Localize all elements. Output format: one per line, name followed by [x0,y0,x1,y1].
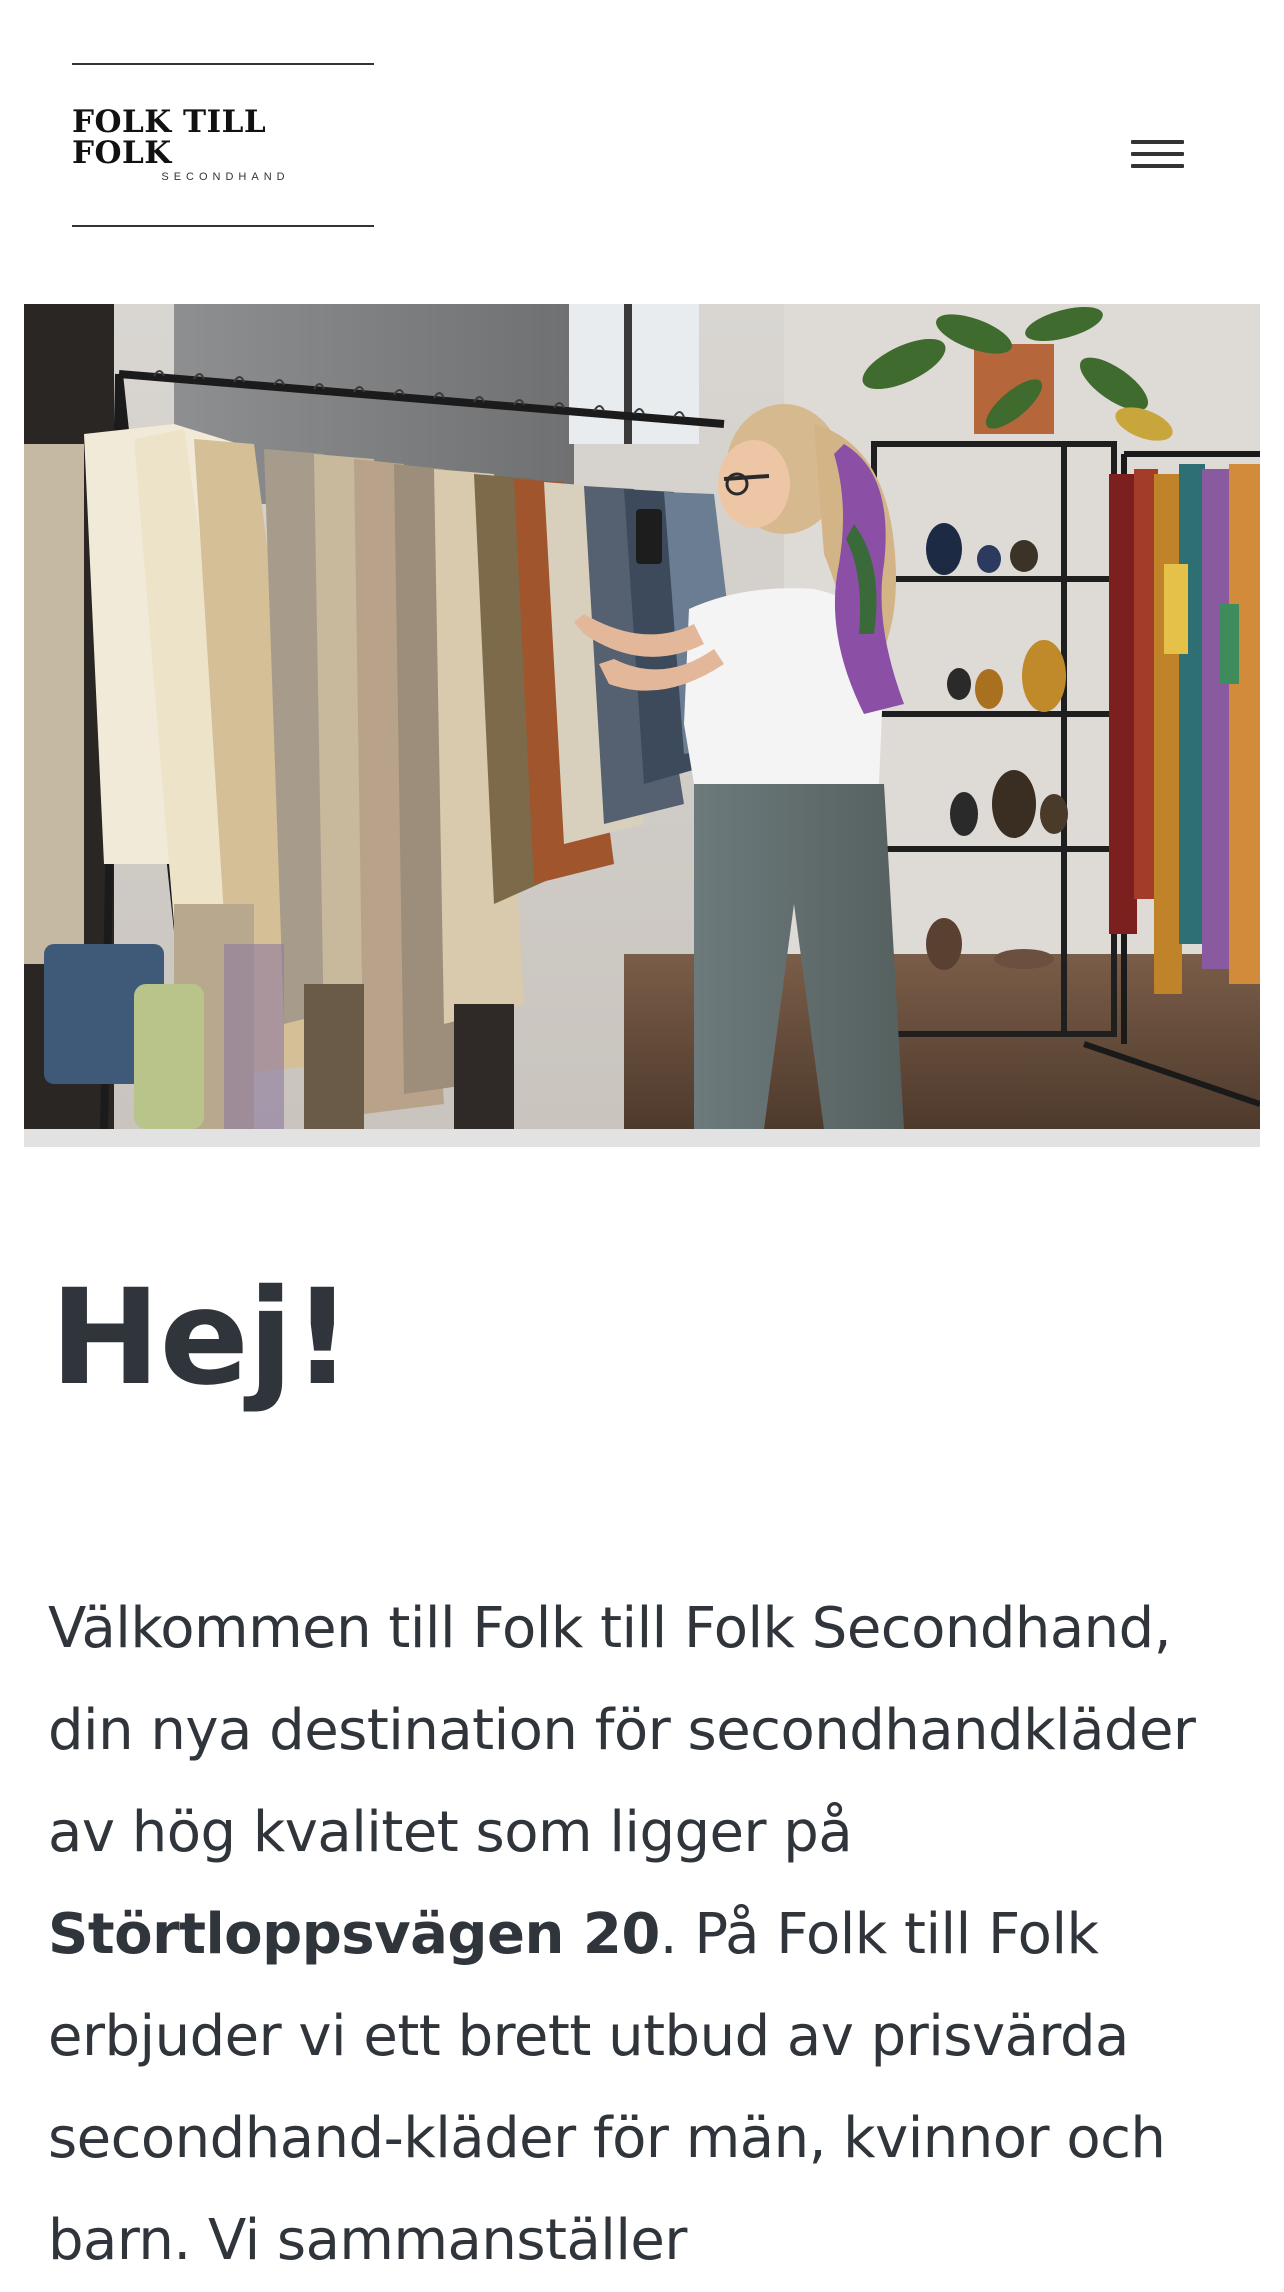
logo-subtitle: SECONDHAND [161,171,290,183]
intro-address: Störtloppsvägen 20 [48,1902,660,1967]
logo-title: FOLK TILL FOLK [72,104,267,171]
intro-text-start: Välkommen till Folk till Folk Secondhand… [48,1596,1196,1865]
site-header: FOLK TILL FOLK SECONDHAND [0,0,1284,300]
hero-image-frame [24,304,1260,1147]
site-logo[interactable]: FOLK TILL FOLK SECONDHAND [72,63,374,227]
hamburger-menu-icon[interactable] [1126,134,1192,178]
hero-image [24,304,1260,1129]
intro-paragraph: Välkommen till Folk till Folk Secondhand… [48,1578,1248,2292]
page-heading: Hej! [50,1261,352,1415]
